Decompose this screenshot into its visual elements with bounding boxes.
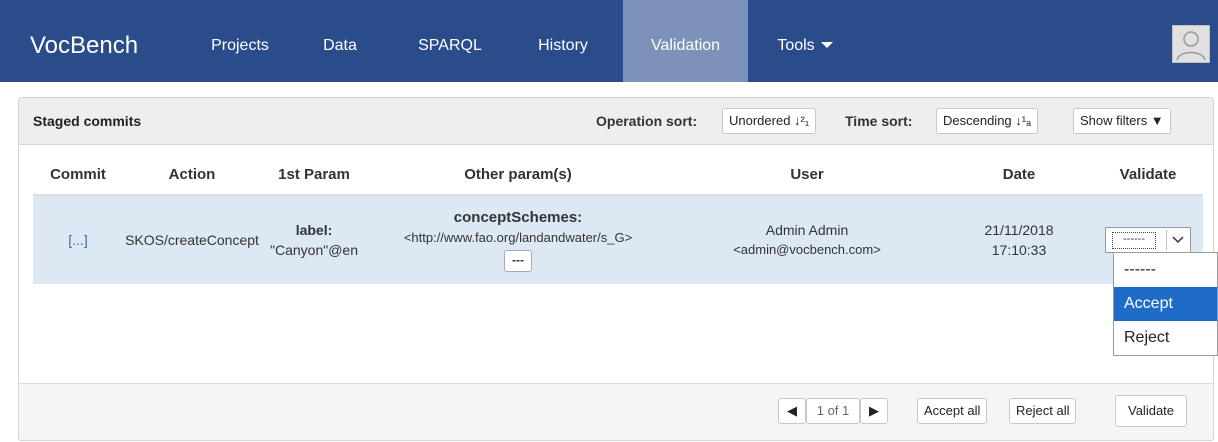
user-email: <admin@vocbench.com> [733,242,881,257]
param1-cell: label: "Canyon"@en [261,195,367,284]
panel-title: Staged commits [33,113,142,129]
commit-link[interactable]: [...] [68,232,87,248]
commit-time: 17:10:33 [991,242,1047,258]
header-action: Action [123,155,261,196]
nav-sparql[interactable]: SPARQL [398,0,502,82]
header-date: Date [945,155,1093,196]
user-avatar-icon[interactable] [1172,25,1210,63]
header-1st-param: 1st Param [261,155,367,196]
accept-all-button[interactable]: Accept all [917,398,988,424]
chevron-down-icon [820,41,833,48]
nav-validation[interactable]: Validation [623,0,748,82]
operation-sort-button[interactable]: Unordered ↓²₁ [722,108,817,134]
nav-history[interactable]: History [518,0,608,82]
user-name: Admin Admin [765,222,849,238]
header-other-params: Other param(s) [367,155,669,196]
param1-value: "Canyon"@en [270,242,358,258]
time-sort-button[interactable]: Descending ↓¹ₐ [936,108,1038,134]
header-user: User [669,155,945,196]
validate-button[interactable]: Validate [1115,395,1188,427]
action-cell: SKOS/createConcept [123,195,261,284]
panel-footer: ◀ 1 of 1 ▶ Accept all Reject all Validat… [19,383,1213,440]
nav-tools-label: Tools [777,37,815,54]
other-params-cell: conceptSchemes: <http://www.fao.org/land… [367,195,669,284]
validate-select[interactable]: ------ [1105,227,1191,253]
user-cell: Admin Admin <admin@vocbench.com> [669,195,945,284]
nav-tools[interactable]: Tools [760,0,850,82]
validate-dropdown-list: ------ Accept Reject [1113,252,1218,356]
chevron-down-icon [1166,230,1188,250]
other-param-value: <http://www.fao.org/landandwater/s_G> [403,230,633,245]
show-filters-button[interactable]: Show filters ▼ [1073,108,1171,134]
time-sort-label: Time sort: [845,113,913,129]
dropdown-option-none[interactable]: ------ [1114,253,1217,287]
table-header-row: Commit Action 1st Param Other param(s) U… [33,155,1203,196]
reject-all-button[interactable]: Reject all [1009,398,1077,424]
date-cell: 21/11/2018 17:10:33 [945,195,1093,284]
top-navbar: VocBench Projects Data SPARQL History Va… [0,0,1218,82]
staged-commits-panel: Staged commits Operation sort: Unordered… [18,97,1214,441]
commit-date: 21/11/2018 [984,222,1054,238]
dropdown-option-reject[interactable]: Reject [1114,321,1217,355]
prev-page-button[interactable]: ◀ [778,398,806,424]
operation-sort-label: Operation sort: [596,113,698,129]
next-page-button[interactable]: ▶ [860,398,888,424]
other-param-name: conceptSchemes: [453,209,583,226]
param1-name: label: [295,222,333,238]
nav-data[interactable]: Data [305,0,375,82]
commits-table: Commit Action 1st Param Other param(s) U… [33,155,1203,284]
commit-cell: [...] [33,195,123,284]
brand-logo[interactable]: VocBench [30,31,138,61]
more-params-button[interactable]: --- [504,250,532,272]
header-validate: Validate [1093,155,1203,196]
validate-select-value: ------ [1112,232,1156,249]
table-row: [...] SKOS/createConcept label: "Canyon"… [33,195,1203,284]
nav-projects[interactable]: Projects [190,0,290,82]
page-indicator: 1 of 1 [806,398,860,424]
header-commit: Commit [33,155,123,196]
dropdown-option-accept[interactable]: Accept [1114,287,1217,321]
panel-header: Staged commits Operation sort: Unordered… [19,98,1213,145]
